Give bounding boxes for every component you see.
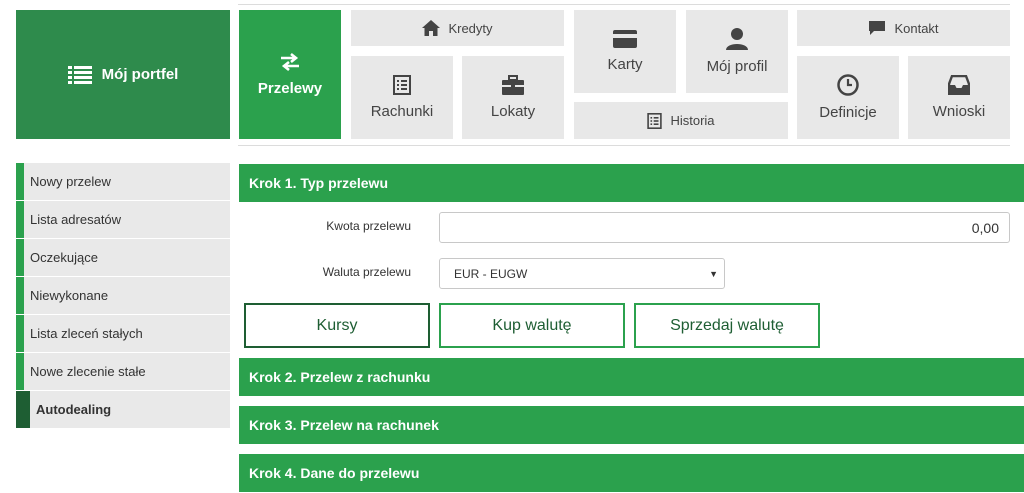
dropdown-arrow-icon: ▼ [709,268,718,279]
nav-tile-kredyty[interactable]: Kredyty [351,10,564,46]
sprzedaj-walute-button-label: Sprzedaj walutę [670,316,784,334]
sidebar-item-label: Niewykonane [30,288,109,303]
step-2-header[interactable]: Krok 2. Przelew z rachunku [239,358,1024,396]
nav-label-historia: Historia [670,113,715,128]
nav-label-moj-profil: Mój profil [706,58,768,75]
user-icon [726,28,748,50]
step-3-header[interactable]: Krok 3. Przelew na rachunek [239,406,1024,444]
home-icon [422,20,441,36]
step-2-title: Krok 2. Przelew z rachunku [249,369,431,385]
kursy-button-label: Kursy [316,316,358,334]
top-divider [238,4,1010,5]
kup-walute-button[interactable]: Kup walutę [439,303,625,348]
sprzedaj-walute-button[interactable]: Sprzedaj walutę [634,303,820,348]
sidebar-item-label: Oczekujące [30,250,98,265]
step-4-header[interactable]: Krok 4. Dane do przelewu [239,454,1024,492]
nav-label-rachunki: Rachunki [370,103,434,120]
step-1-header[interactable]: Krok 1. Typ przelewu [239,164,1024,202]
briefcase-icon [502,75,524,95]
sidebar-item-oczekujace[interactable]: Oczekujące [16,239,230,276]
nav-tile-karty[interactable]: Karty [574,10,676,93]
nav-tile-przelewy[interactable]: Przelewy [239,10,341,139]
sidebar-item-label: Nowe zlecenie stałe [30,364,146,379]
amount-input[interactable]: 0,00 [439,212,1010,243]
amount-value: 0,00 [971,219,999,236]
sidebar-item-lista-adresatow[interactable]: Lista adresatów [16,201,230,238]
document-list-icon [393,75,411,95]
sidebar-item-label: Lista zleceń stałych [30,326,143,341]
list-icon [67,65,92,85]
nav-label-definicje: Definicje [819,104,877,121]
nav-tile-wnioski[interactable]: Wnioski [908,56,1010,139]
chat-bubble-icon [868,20,886,36]
nav-tile-moj-portfel[interactable]: Mój portfel [16,10,230,139]
sidebar-item-label: Autodealing [36,402,112,417]
sidebar-item-nowe-zlecenie-stale[interactable]: Nowe zlecenie stałe [16,353,230,390]
kursy-button[interactable]: Kursy [244,303,430,348]
document-list-icon [647,112,663,129]
transfer-arrows-icon [279,52,301,72]
currency-label: Waluta przelewu [322,265,411,279]
amount-label: Kwota przelewu [326,219,411,233]
nav-label-karty: Karty [607,56,643,73]
step-1-title: Krok 1. Typ przelewu [249,175,388,191]
currency-select[interactable]: EUR - EUGW ▼ [439,258,725,289]
nav-label-lokaty: Lokaty [490,103,536,120]
currency-selected-value: EUR - EUGW [454,266,528,281]
nav-label-wnioski: Wnioski [932,103,986,120]
credit-card-icon [613,30,637,48]
kup-walute-button-label: Kup walutę [492,316,572,334]
step-4-title: Krok 4. Dane do przelewu [249,465,420,481]
nav-tile-definicje[interactable]: Definicje [797,56,899,139]
nav-divider [238,145,1010,146]
nav-tile-rachunki[interactable]: Rachunki [351,56,453,139]
clock-icon [837,74,859,96]
nav-tile-historia[interactable]: Historia [574,102,788,139]
sidebar-item-lista-zlecen-stalych[interactable]: Lista zleceń stałych [16,315,230,352]
nav-label-kredyty: Kredyty [448,20,493,36]
sidebar-item-niewykonane[interactable]: Niewykonane [16,277,230,314]
nav-tile-moj-profil[interactable]: Mój profil [686,10,788,93]
nav-label-przelewy: Przelewy [257,80,323,97]
step-3-title: Krok 3. Przelew na rachunek [249,417,439,433]
sidebar-item-autodealing[interactable]: Autodealing [16,391,230,428]
nav-tile-kontakt[interactable]: Kontakt [797,10,1010,46]
nav-label-kontakt: Kontakt [894,20,939,36]
nav-tile-lokaty[interactable]: Lokaty [462,56,564,139]
sidebar-item-label: Nowy przelew [30,174,111,189]
inbox-icon [948,75,970,95]
sidebar-item-nowy-przelew[interactable]: Nowy przelew [16,163,230,200]
sidebar-item-label: Lista adresatów [30,212,122,227]
nav-label-moj-portfel: Mój portfel [101,66,179,83]
